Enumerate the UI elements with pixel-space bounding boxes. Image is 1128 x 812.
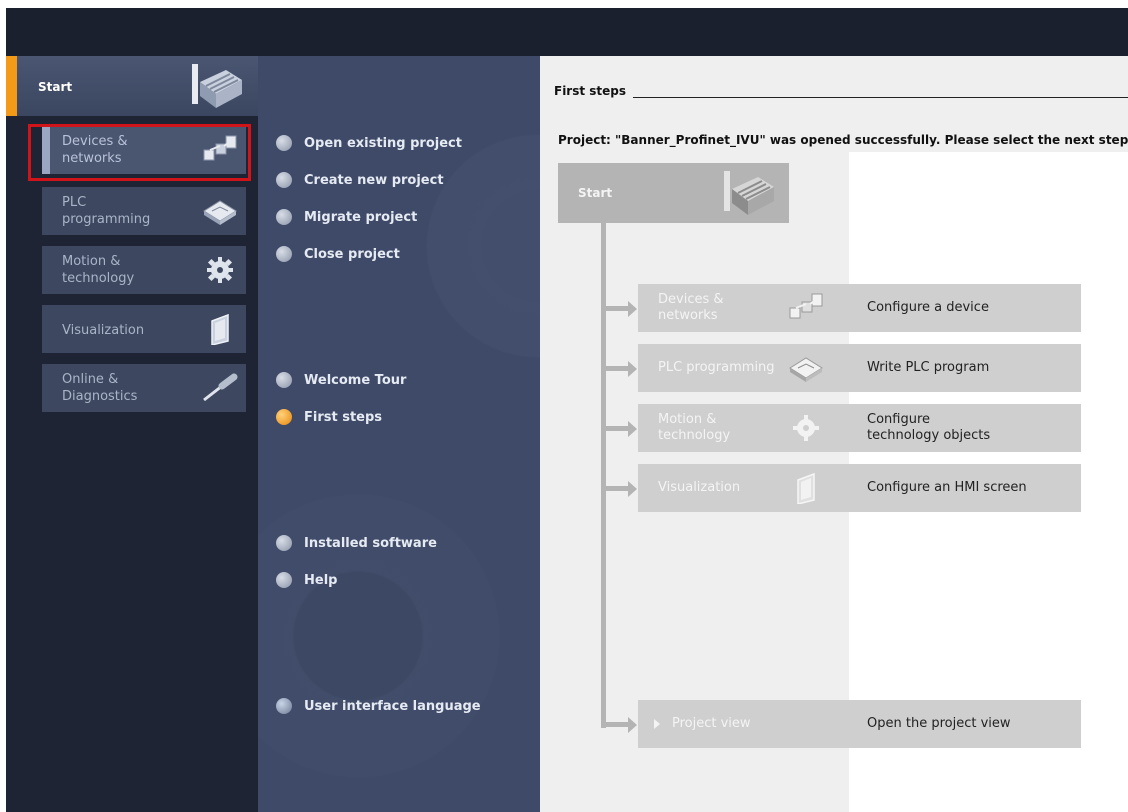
step-configure-device[interactable]: Devices & networks Configure a device bbox=[638, 284, 1081, 332]
option-label: Open existing project bbox=[304, 135, 462, 151]
step-title: PLC programming bbox=[658, 360, 775, 375]
flow-arrow-icon bbox=[628, 717, 637, 733]
nav-motion-technology-label: Motion & technology bbox=[62, 254, 135, 286]
option-open-existing-project[interactable]: Open existing project bbox=[276, 132, 462, 154]
first-steps-content: First steps Project: "Banner_Profinet_IV… bbox=[540, 56, 1128, 812]
title-bar bbox=[6, 8, 1128, 56]
radio-bullet-icon bbox=[276, 372, 292, 388]
step-title: Visualization bbox=[658, 480, 741, 495]
step-configure-technology-objects[interactable]: Motion & technology Configure technology… bbox=[638, 404, 1081, 452]
nav-plc-programming[interactable]: PLC programming bbox=[42, 187, 246, 235]
nav-visualization-label: Visualization bbox=[62, 323, 145, 338]
flow-start-label: Start bbox=[578, 186, 613, 200]
radio-bullet-icon bbox=[276, 172, 292, 188]
option-label: Installed software bbox=[304, 535, 437, 551]
flow-connector-line bbox=[601, 223, 606, 728]
flow-branch-line bbox=[601, 722, 631, 727]
nav-online-diagnostics-label: Online & Diagnostics bbox=[62, 372, 138, 404]
option-migrate-project[interactable]: Migrate project bbox=[276, 206, 417, 228]
project-status-message: Project: "Banner_Profinet_IVU" was opene… bbox=[558, 133, 1128, 147]
option-label: First steps bbox=[304, 409, 383, 425]
step-title: Project view bbox=[672, 716, 751, 731]
option-create-new-project[interactable]: Create new project bbox=[276, 169, 444, 191]
visualization-icon bbox=[797, 472, 815, 504]
option-label: Migrate project bbox=[304, 209, 418, 225]
background-gear-graphic bbox=[408, 116, 540, 376]
flow-branch-line bbox=[601, 306, 631, 311]
option-first-steps[interactable]: First steps bbox=[276, 406, 382, 428]
option-welcome-tour[interactable]: Welcome Tour bbox=[276, 369, 406, 391]
play-triangle-icon bbox=[654, 719, 660, 729]
radio-bullet-active-icon bbox=[276, 409, 292, 425]
flow-arrow-icon bbox=[628, 361, 637, 377]
nav-start-label: Start bbox=[38, 80, 73, 94]
step-open-project-view[interactable]: Project view Open the project view bbox=[638, 700, 1081, 748]
visualization-icon bbox=[211, 313, 229, 345]
heading-divider bbox=[633, 97, 1128, 98]
start-options-panel: Open existing project Create new project… bbox=[258, 56, 540, 812]
option-user-interface-language[interactable]: User interface language bbox=[276, 695, 481, 717]
radio-bullet-icon bbox=[276, 535, 292, 551]
plc-programming-icon bbox=[203, 200, 237, 225]
section-heading: First steps bbox=[554, 84, 627, 98]
nav-start[interactable]: Start bbox=[6, 56, 258, 116]
flow-arrow-icon bbox=[628, 301, 637, 317]
devices-networks-icon bbox=[789, 293, 823, 319]
motion-technology-icon bbox=[793, 415, 819, 441]
highlight-frame bbox=[28, 124, 251, 181]
option-label: Help bbox=[304, 572, 338, 588]
flow-start-box[interactable]: Start bbox=[558, 163, 789, 223]
step-title: Motion & technology bbox=[658, 412, 731, 443]
globe-icon bbox=[276, 698, 292, 714]
radio-bullet-icon bbox=[276, 135, 292, 151]
step-description: Configure an HMI screen bbox=[867, 480, 1027, 495]
nav-visualization[interactable]: Visualization bbox=[42, 305, 246, 353]
option-label: Welcome Tour bbox=[304, 372, 407, 388]
start-portal-icon bbox=[724, 171, 774, 215]
nav-plc-programming-label: PLC programming bbox=[62, 195, 151, 227]
nav-motion-technology[interactable]: Motion & technology bbox=[42, 246, 246, 294]
step-description: Open the project view bbox=[867, 716, 1011, 731]
option-close-project[interactable]: Close project bbox=[276, 243, 400, 265]
plc-programming-icon bbox=[789, 357, 823, 382]
step-description: Configure technology objects bbox=[867, 412, 991, 443]
start-portal-icon bbox=[192, 64, 242, 108]
step-description: Write PLC program bbox=[867, 360, 990, 375]
flow-branch-line bbox=[601, 426, 631, 431]
flow-arrow-icon bbox=[628, 421, 637, 437]
flow-branch-line bbox=[601, 366, 631, 371]
nav-online-diagnostics[interactable]: Online & Diagnostics bbox=[42, 364, 246, 412]
step-title: Devices & networks bbox=[658, 292, 724, 323]
option-label: Create new project bbox=[304, 172, 444, 188]
step-configure-hmi-screen[interactable]: Visualization Configure an HMI screen bbox=[638, 464, 1081, 512]
option-label: Close project bbox=[304, 246, 400, 262]
step-description: Configure a device bbox=[867, 300, 989, 315]
active-accent-bar bbox=[6, 56, 17, 116]
option-help[interactable]: Help bbox=[276, 569, 337, 591]
background-gear-graphic bbox=[258, 476, 518, 796]
flow-arrow-icon bbox=[628, 481, 637, 497]
screwdriver-icon bbox=[203, 373, 238, 402]
step-write-plc-program[interactable]: PLC programming Write PLC program bbox=[638, 344, 1081, 392]
radio-bullet-icon bbox=[276, 246, 292, 262]
option-installed-software[interactable]: Installed software bbox=[276, 532, 437, 554]
radio-bullet-icon bbox=[276, 209, 292, 225]
flow-branch-line bbox=[601, 486, 631, 491]
radio-bullet-icon bbox=[276, 572, 292, 588]
motion-technology-icon bbox=[207, 257, 233, 283]
option-label: User interface language bbox=[304, 698, 481, 714]
